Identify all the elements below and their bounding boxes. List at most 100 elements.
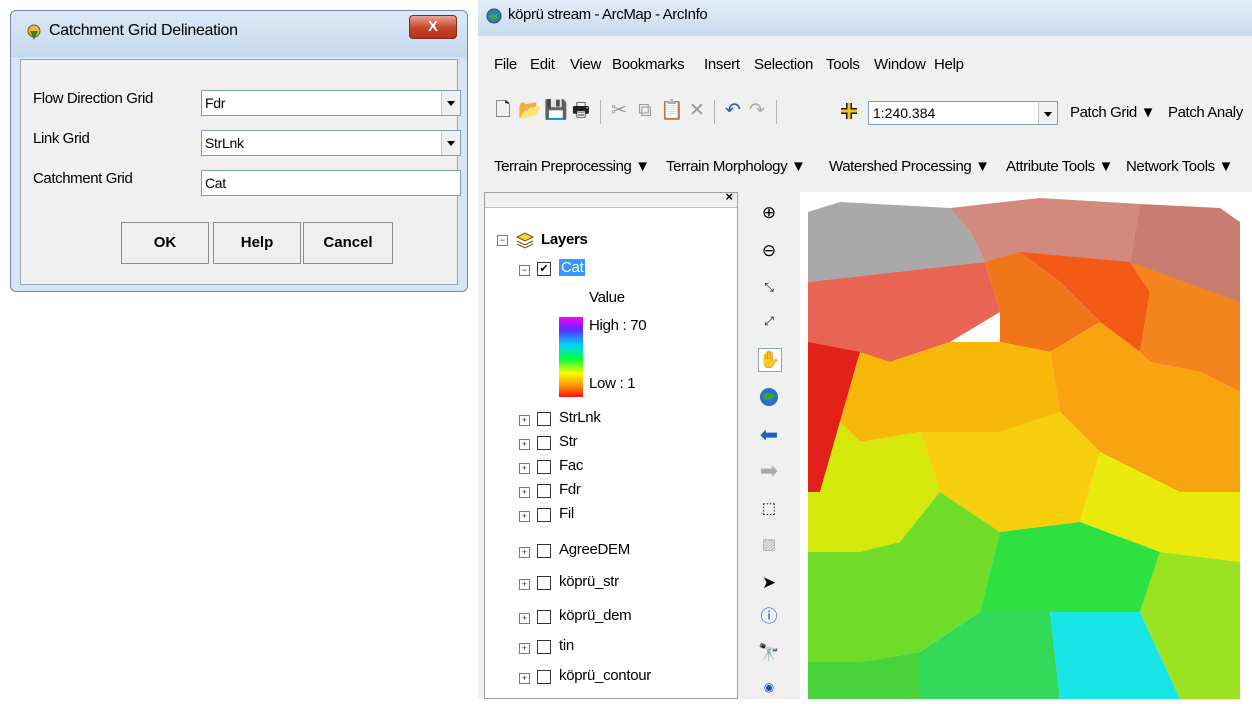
- cut-icon[interactable]: ✂: [608, 100, 630, 122]
- layer-checkbox[interactable]: [537, 610, 551, 624]
- patch-grid-menu[interactable]: Patch Grid ▼: [1070, 104, 1155, 121]
- chevron-down-icon[interactable]: [441, 91, 460, 115]
- menu-edit[interactable]: Edit: [530, 56, 555, 73]
- select-features-icon[interactable]: ⬚: [758, 498, 780, 520]
- close-icon[interactable]: ×: [725, 189, 733, 204]
- terrain-morphology-menu[interactable]: Terrain Morphology ▼: [666, 158, 806, 175]
- menu-selection[interactable]: Selection: [754, 56, 813, 73]
- flow-direction-select[interactable]: Fdr: [201, 90, 461, 116]
- layer-row-kopru-str[interactable]: + köprü_str: [485, 573, 737, 597]
- layer-checkbox[interactable]: [537, 544, 551, 558]
- select-pointer-icon[interactable]: ➤: [758, 572, 780, 594]
- help-button[interactable]: Help: [213, 222, 301, 264]
- chevron-down-icon[interactable]: [441, 131, 460, 155]
- menu-insert[interactable]: Insert: [704, 56, 740, 73]
- expand-icon[interactable]: +: [519, 673, 530, 684]
- layer-row-tin[interactable]: + tin: [485, 637, 737, 661]
- layer-label[interactable]: AgreeDEM: [559, 541, 630, 558]
- cancel-button[interactable]: Cancel: [303, 222, 393, 264]
- layer-cat-label[interactable]: Cat: [559, 259, 586, 276]
- fixed-zoom-in-icon[interactable]: ⤡: [758, 276, 780, 298]
- menu-file[interactable]: File: [494, 56, 517, 73]
- layer-row-str[interactable]: + Str: [485, 433, 737, 457]
- print-icon[interactable]: 🖶: [570, 100, 592, 122]
- undo-icon[interactable]: ↶: [722, 100, 744, 122]
- patch-analyst-menu[interactable]: Patch Analy: [1168, 104, 1243, 121]
- expand-icon[interactable]: +: [519, 547, 530, 558]
- menu-help[interactable]: Help: [934, 56, 964, 73]
- menu-window[interactable]: Window: [874, 56, 926, 73]
- layer-label[interactable]: Str: [559, 433, 578, 450]
- arcmap-titlebar[interactable]: köprü stream - ArcMap - ArcInfo: [478, 0, 1252, 36]
- zoom-in-icon[interactable]: ⊕: [758, 202, 780, 224]
- network-tools-menu[interactable]: Network Tools ▼: [1126, 158, 1233, 175]
- map-scale-select[interactable]: 1:240.384: [868, 101, 1058, 125]
- expand-icon[interactable]: +: [519, 415, 530, 426]
- layer-label[interactable]: köprü_dem: [559, 607, 632, 624]
- menu-bookmarks[interactable]: Bookmarks: [612, 56, 685, 73]
- link-grid-select[interactable]: StrLnk: [201, 130, 461, 156]
- catchment-map[interactable]: [800, 192, 1252, 699]
- zoom-out-icon[interactable]: ⊖: [758, 240, 780, 262]
- layer-row-strlnk[interactable]: + StrLnk: [485, 409, 737, 433]
- close-button[interactable]: X: [409, 15, 457, 39]
- watershed-processing-menu[interactable]: Watershed Processing ▼: [829, 158, 990, 175]
- menu-tools[interactable]: Tools: [826, 56, 860, 73]
- layer-checkbox[interactable]: [537, 460, 551, 474]
- toc-header[interactable]: ×: [485, 189, 737, 208]
- collapse-icon[interactable]: −: [497, 235, 508, 246]
- open-icon[interactable]: 📂: [518, 100, 542, 122]
- layer-label[interactable]: köprü_str: [559, 573, 619, 590]
- find-icon[interactable]: 🔭: [758, 642, 780, 664]
- expand-icon[interactable]: +: [519, 463, 530, 474]
- layer-row-agreedem[interactable]: + AgreeDEM: [485, 541, 737, 565]
- layers-root-label[interactable]: Layers: [541, 231, 588, 248]
- layer-label[interactable]: Fac: [559, 457, 583, 474]
- expand-icon[interactable]: +: [519, 613, 530, 624]
- map-view[interactable]: [800, 192, 1252, 699]
- forward-icon[interactable]: ➡: [758, 460, 780, 482]
- layer-row-fac[interactable]: + Fac: [485, 457, 737, 481]
- layer-label[interactable]: StrLnk: [559, 409, 601, 426]
- layer-label[interactable]: köprü_contour: [559, 667, 651, 684]
- copy-icon[interactable]: ⧉: [634, 100, 656, 122]
- layer-checkbox[interactable]: [537, 670, 551, 684]
- paste-icon[interactable]: 📋: [660, 100, 684, 122]
- expand-icon[interactable]: +: [519, 643, 530, 654]
- layer-row-kopru-contour[interactable]: + köprü_contour: [485, 667, 737, 691]
- expand-icon[interactable]: +: [519, 487, 530, 498]
- go-to-xy-icon[interactable]: ◉: [758, 676, 780, 698]
- dialog-titlebar[interactable]: Catchment Grid Delineation X: [11, 11, 467, 57]
- redo-icon[interactable]: ↷: [746, 100, 768, 122]
- layer-checkbox-cat[interactable]: ✔: [537, 262, 551, 276]
- layer-checkbox[interactable]: [537, 576, 551, 590]
- layer-row-fdr[interactable]: + Fdr: [485, 481, 737, 505]
- expand-icon[interactable]: +: [519, 511, 530, 522]
- layer-checkbox[interactable]: [537, 436, 551, 450]
- clear-selection-icon[interactable]: ▨: [758, 534, 780, 556]
- add-data-icon[interactable]: [838, 100, 860, 122]
- attribute-tools-menu[interactable]: Attribute Tools ▼: [1006, 158, 1113, 175]
- full-extent-icon[interactable]: [758, 386, 780, 408]
- menu-view[interactable]: View: [570, 56, 601, 73]
- layer-checkbox[interactable]: [537, 484, 551, 498]
- catchment-grid-input[interactable]: Cat: [201, 170, 461, 196]
- fixed-zoom-out-icon[interactable]: ⤢: [758, 310, 780, 332]
- expand-icon[interactable]: +: [519, 579, 530, 590]
- layer-row-kopru-dem[interactable]: + köprü_dem: [485, 607, 737, 631]
- pan-icon[interactable]: ✋: [758, 348, 782, 372]
- terrain-preprocessing-menu[interactable]: Terrain Preprocessing ▼: [494, 158, 650, 175]
- layer-label[interactable]: Fdr: [559, 481, 581, 498]
- ok-button[interactable]: OK: [121, 222, 209, 264]
- expand-icon[interactable]: +: [519, 439, 530, 450]
- layer-label[interactable]: Fil: [559, 505, 574, 522]
- collapse-icon[interactable]: −: [519, 265, 530, 276]
- chevron-down-icon[interactable]: [1038, 102, 1057, 124]
- delete-icon[interactable]: ✕: [686, 100, 708, 122]
- layer-row-fil[interactable]: + Fil: [485, 505, 737, 529]
- new-icon[interactable]: 🗋: [492, 100, 514, 122]
- layer-checkbox[interactable]: [537, 508, 551, 522]
- back-icon[interactable]: ⬅: [758, 424, 780, 446]
- identify-icon[interactable]: ⓘ: [758, 606, 780, 628]
- save-icon[interactable]: 💾: [544, 100, 568, 122]
